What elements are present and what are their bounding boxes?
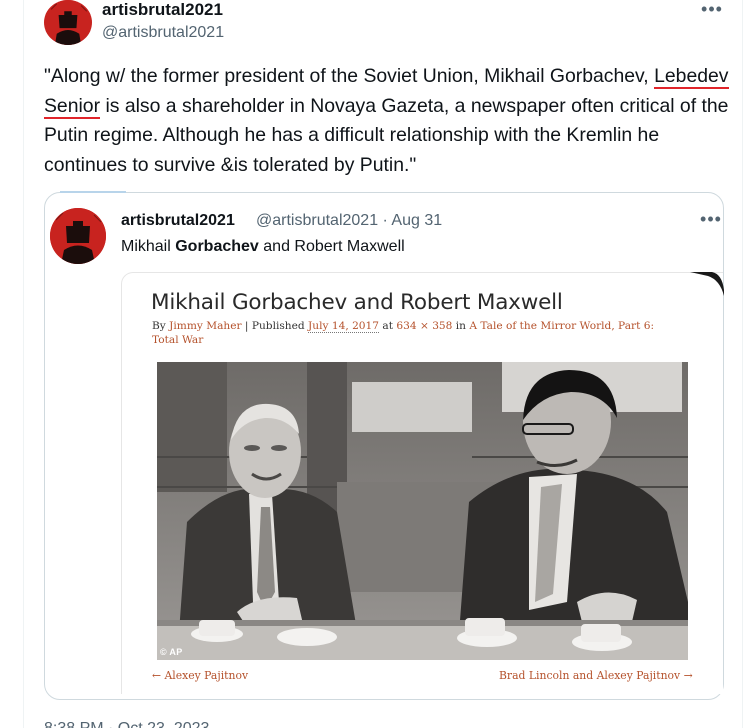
- quote-card-accent: [60, 191, 126, 193]
- next-article-link: Brad Lincoln and Alexey Pajitnov →: [499, 669, 693, 682]
- meta-at: at: [379, 320, 397, 332]
- author-avatar[interactable]: [44, 0, 92, 45]
- quoted-tweet-text: Mikhail Gorbachev and Robert Maxwell: [121, 237, 405, 257]
- avatar-image: [45, 0, 91, 45]
- quoted-author-name[interactable]: artisbrutal2021: [121, 211, 235, 231]
- tweet-text: "Along w/ the former president of the So…: [44, 62, 734, 180]
- quoted-author-avatar[interactable]: [50, 208, 106, 264]
- author-name[interactable]: artisbrutal2021: [102, 0, 223, 20]
- article-meta: By Jimmy Maher | Published July 14, 2017…: [152, 319, 682, 347]
- meta-by: By: [152, 320, 170, 332]
- meta-date: July 14, 2017: [308, 320, 380, 333]
- article-title: Mikhail Gorbachev and Robert Maxwell: [151, 290, 563, 315]
- tweet-timestamp[interactable]: 8:38 PM · Oct 23, 2023: [44, 719, 209, 728]
- tweet-text-part1: "Along w/ the former president of the So…: [44, 65, 655, 87]
- quoted-author-handle-date[interactable]: @artisbrutal2021 · Aug 31: [256, 211, 442, 231]
- author-handle[interactable]: @artisbrutal2021: [102, 23, 224, 43]
- meta-published: | Published: [241, 320, 309, 332]
- tweet-text-part2: is also a shareholder in Novaya Gazeta, …: [44, 94, 729, 176]
- more-options-icon[interactable]: •••: [697, 0, 727, 20]
- meta-in: in: [452, 320, 470, 332]
- quoted-more-options-icon[interactable]: •••: [696, 210, 726, 230]
- quoted-text-after: and Robert Maxwell: [258, 238, 405, 255]
- timeline-right-divider: [742, 0, 743, 728]
- quoted-text-bold: Gorbachev: [175, 238, 259, 255]
- meta-size-link: 634 × 358: [396, 320, 453, 332]
- previous-article-link: ← Alexey Pajitnov: [152, 669, 249, 682]
- quoted-text-before: Mikhail: [121, 238, 176, 255]
- photo-credit: © AP: [160, 647, 183, 657]
- page-curl-decoration: [690, 272, 724, 296]
- quoted-avatar-image: [50, 208, 106, 264]
- meta-author-link: Jimmy Maher: [169, 320, 242, 332]
- photo-illustration: [157, 362, 688, 660]
- article-photo: [157, 362, 688, 660]
- timeline-left-divider: [23, 0, 24, 728]
